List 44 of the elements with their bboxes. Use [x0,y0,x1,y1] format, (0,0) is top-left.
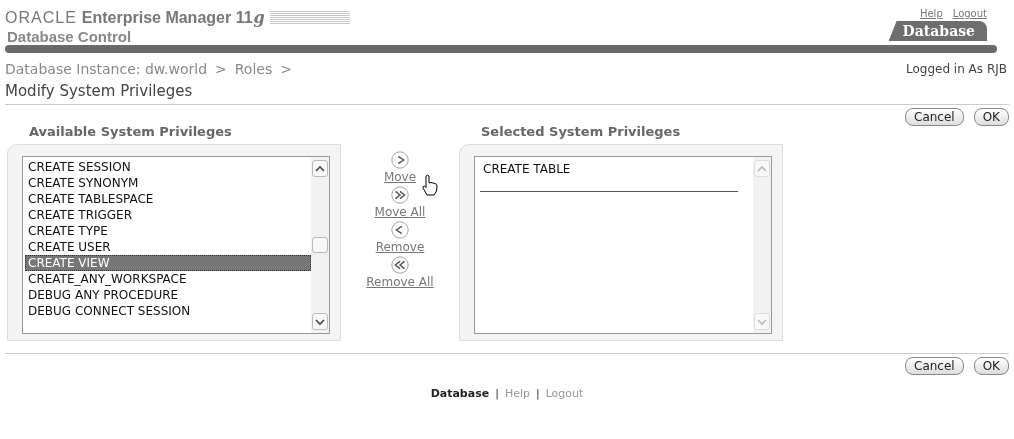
action-button[interactable]: OK [973,108,1009,126]
shuttle-link[interactable]: Remove All [366,275,434,289]
list-item[interactable]: CREATE TRIGGER [25,207,311,223]
list-item[interactable]: CREATE SYNONYM [25,175,311,191]
shuttle-link[interactable]: Move All [374,205,426,219]
list-item[interactable]: CREATE TABLE [480,161,749,177]
breadcrumb-link[interactable]: Database Instance: dw.world [5,61,207,77]
page-title: Modify System Privileges [5,82,194,100]
list-item[interactable]: CREATE USER [25,239,311,255]
header-link[interactable]: Logout [952,8,987,19]
list-title: Selected System Privileges [481,124,682,139]
header-link[interactable]: Help [919,8,943,19]
scroll-down-icon[interactable] [312,313,328,330]
scrollbar[interactable] [311,157,329,333]
breadcrumb-separator: > [280,61,292,77]
list-item[interactable]: DEBUG CONNECT SESSION [25,303,311,319]
action-button[interactable]: Cancel [905,108,964,126]
scroll-thumb[interactable] [312,237,328,253]
breadcrumb-separator: > [215,61,227,77]
list-item[interactable]: CREATE SESSION [25,159,311,175]
list-title: Available System Privileges [29,124,233,139]
footer-link[interactable]: Database [430,387,490,400]
list-item[interactable]: CREATE TYPE [25,223,311,239]
shuttle-link[interactable]: Move [383,170,417,184]
stripes-icon [269,10,350,25]
privilege-list[interactable]: CREATE TABLE [474,156,772,334]
shuttle-link[interactable]: Remove [375,240,425,254]
list-item[interactable]: CREATE VIEW [25,255,311,271]
scroll-up-icon[interactable] [312,160,328,177]
list-item[interactable]: CREATE_ANY_WORKSPACE [25,271,311,287]
footer-separator: | [535,387,540,400]
footer-separator: | [495,387,499,400]
breadcrumb-link[interactable]: Roles [234,61,273,77]
hand-cursor-icon [421,174,439,196]
database-tab[interactable]: Database [888,21,987,41]
list-item[interactable]: CREATE TABLESPACE [25,191,311,207]
action-button[interactable]: OK [973,357,1009,375]
privilege-list[interactable]: CREATE SESSION CREATE SYNONYM CREATE TABLESPACE CREATE TRIGGER CREATE TYPE CREATE USER CREATE VIEW CREATE_ANY_WORKSPACE DEBUG ANY PROCEDURE DEBUG CONNECT SESSION [22,156,330,334]
list-item[interactable]: DEBUG ANY PROCEDURE [25,287,311,303]
login-status: Logged in As RJB [906,62,1007,76]
product-subtitle: Database Control [7,28,133,45]
product-name: Enterprise Manager 11g [81,8,265,27]
oracle-logo: ORACLE [5,8,77,27]
action-button[interactable]: Cancel [905,357,964,375]
